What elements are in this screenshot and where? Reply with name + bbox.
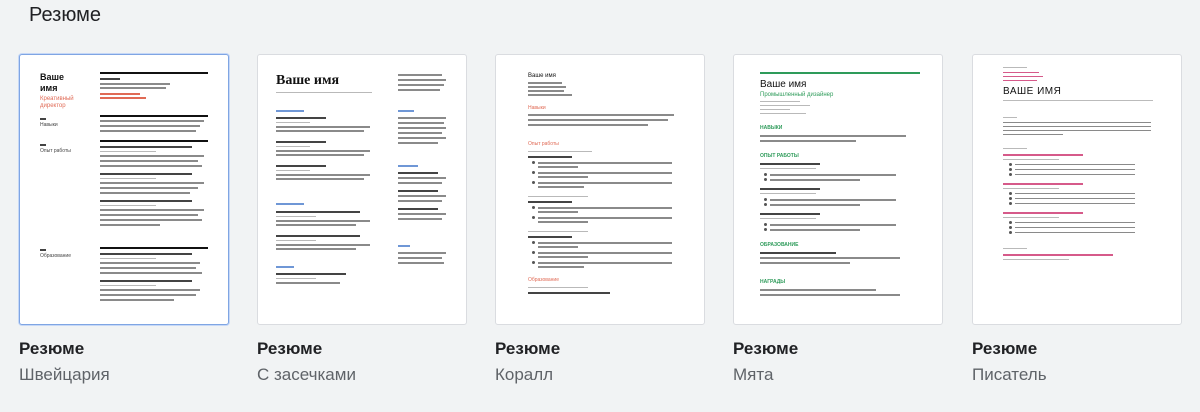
preview-label-skills: Навыки <box>40 122 58 128</box>
preview-role: Промышленный дизайнер <box>760 92 834 98</box>
preview-section-experience: ОПЫТ РАБОТЫ <box>760 153 799 159</box>
template-title: Резюме <box>733 339 799 358</box>
template-card-coral[interactable]: Ваше имя Навыки Опыт работы Образование … <box>495 54 705 384</box>
template-card-serif[interactable]: Ваше имя Резюме С засечками <box>257 54 467 384</box>
template-title: Резюме <box>495 339 561 358</box>
preview-label-experience: Опыт работы <box>40 148 71 154</box>
template-title: Резюме <box>257 339 323 358</box>
template-subtitle: Писатель <box>972 365 1047 384</box>
template-subtitle: Швейцария <box>19 365 110 384</box>
template-card-mint[interactable]: Ваше имя Промышленный дизайнер НАВЫКИ ОП… <box>733 54 943 384</box>
preview-name: Ваше имя <box>760 79 807 90</box>
preview-section-education: Образование <box>528 277 559 283</box>
preview-role-2: директор <box>40 103 66 109</box>
preview-role: Креативный <box>40 96 74 102</box>
section-title: Резюме <box>29 4 101 26</box>
writer-divider <box>1003 100 1153 101</box>
preview-section-skills: НАВЫКИ <box>760 125 783 131</box>
preview-name: ВАШЕ ИМЯ <box>1003 86 1062 97</box>
preview-label-education: Образование <box>40 253 71 259</box>
template-subtitle: Мята <box>733 365 774 384</box>
template-subtitle: С засечками <box>257 365 356 384</box>
preview-name-2: имя <box>40 83 58 93</box>
template-thumbnail-serif[interactable]: Ваше имя <box>257 54 467 325</box>
mint-accent-bar <box>760 72 920 74</box>
preview-name: Ваше имя <box>276 73 340 88</box>
preview-section-education: ОБРАЗОВАНИЕ <box>760 242 799 248</box>
template-subtitle: Коралл <box>495 365 554 384</box>
preview-section-awards: НАГРАДЫ <box>760 279 786 285</box>
template-thumbnail-switzerland[interactable]: Ваше имя Креативный директор Навыки Опыт… <box>19 54 229 325</box>
template-thumbnail-mint[interactable]: Ваше имя Промышленный дизайнер НАВЫКИ ОП… <box>733 54 943 325</box>
preview-name: Ваше имя <box>528 73 556 79</box>
template-card-switzerland[interactable]: Ваше имя Креативный директор Навыки Опыт… <box>19 54 229 384</box>
template-card-writer[interactable]: ВАШЕ ИМЯ Резюме Писатель <box>972 54 1182 384</box>
template-thumbnail-writer[interactable]: ВАШЕ ИМЯ <box>972 54 1182 325</box>
template-title: Резюме <box>972 339 1038 358</box>
template-title: Резюме <box>19 339 85 358</box>
template-thumbnail-coral[interactable]: Ваше имя Навыки Опыт работы Образование <box>495 54 705 325</box>
preview-section-skills: Навыки <box>528 105 546 111</box>
preview-section-experience: Опыт работы <box>528 141 559 147</box>
preview-name: Ваше <box>40 72 65 82</box>
